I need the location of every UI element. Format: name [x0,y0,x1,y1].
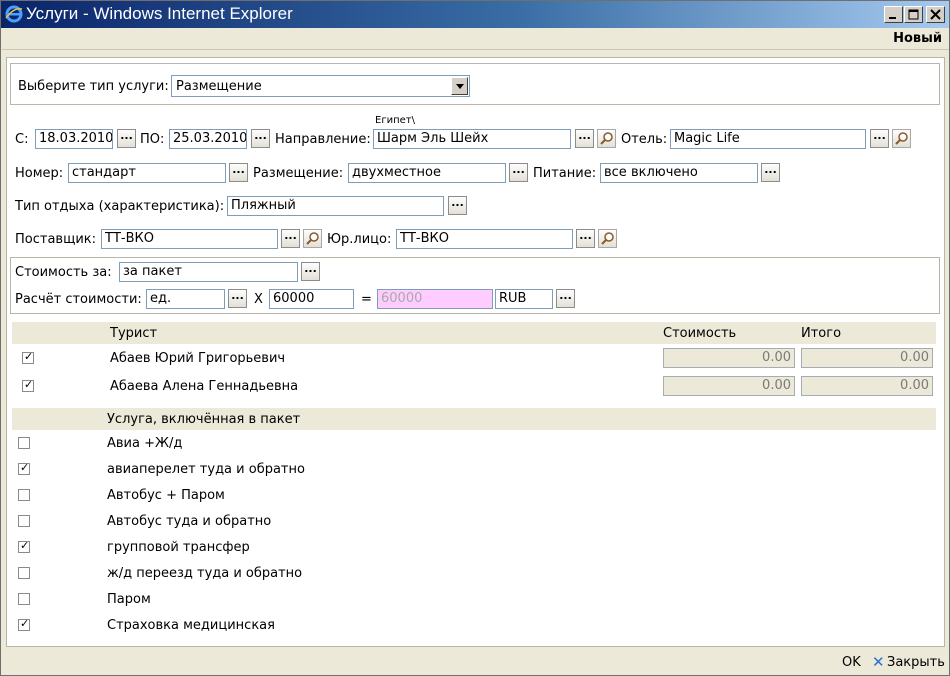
date-from-field[interactable]: 18.03.2010 [35,129,113,149]
hotel-field[interactable]: Magic Life [670,129,866,149]
hotel-search-button[interactable] [892,129,911,148]
new-record-label: Новый [893,31,942,46]
ok-button[interactable]: OK [842,655,861,670]
direction-search-button[interactable] [597,129,616,148]
room-select-button[interactable]: ... [229,163,248,182]
col-cost-header: Стоимость [663,326,737,341]
hotel-label: Отель: [621,132,668,147]
direction-select-button[interactable]: ... [575,129,594,148]
rest-type-label: Тип отдыха (характеристика): [15,199,225,214]
maximize-icon [908,9,919,20]
supplier-select-button[interactable]: ... [281,229,300,248]
date-to-field[interactable]: 25.03.2010 [169,129,247,149]
supplier-label: Поставщик: [15,232,97,247]
room-field[interactable]: стандарт [68,163,226,183]
minimize-button[interactable] [884,6,903,23]
window-title: Услуги - Windows Internet Explorer [26,4,293,23]
close-window-button[interactable] [926,6,945,23]
currency-select-button[interactable]: ... [556,289,575,308]
total-cost-field: 60000 [377,289,493,309]
service-checkbox[interactable] [18,437,30,449]
search-icon [895,132,908,145]
service-type-select[interactable]: Размещение [171,75,470,97]
service-checkbox[interactable] [18,567,30,579]
date-to-label: ПО: [140,132,165,147]
col-total-header: Итого [801,326,842,341]
legal-entity-select-button[interactable]: ... [576,229,595,248]
cost-per-field[interactable]: за пакет [119,262,298,282]
rest-type-select-button[interactable]: ... [448,196,467,215]
tourist-name: Абаев Юрий Григорьевич [110,351,286,366]
tourist-cost-field: 0.00 [663,348,795,368]
service-label: Авиа +Ж/д [107,436,183,451]
hotel-select-button[interactable]: ... [870,129,889,148]
room-label: Номер: [15,166,64,181]
browser-window: Услуги - Windows Internet Explorer Новый… [0,0,950,676]
close-icon [930,9,941,20]
service-checkbox[interactable] [18,593,30,605]
tourist-total-field: 0.00 [801,376,933,396]
times-sign: X [254,292,263,307]
service-checkbox[interactable] [18,515,30,527]
meals-select-button[interactable]: ... [761,163,780,182]
supplier-field[interactable]: ТТ-ВКО [101,229,278,249]
service-label: ж/д переезд туда и обратно [107,566,303,581]
title-bar[interactable]: Услуги - Windows Internet Explorer [1,1,949,28]
tourist-total-field: 0.00 [801,348,933,368]
accommodation-select-button[interactable]: ... [509,163,528,182]
legal-entity-label: Юр.лицо: [327,232,392,247]
rest-type-field[interactable]: Пляжный [227,196,444,216]
unit-select-button[interactable]: ... [228,289,247,308]
meals-label: Питание: [533,166,597,181]
search-icon [601,232,614,245]
service-checkbox[interactable] [18,489,30,501]
chevron-down-icon[interactable] [451,77,468,95]
service-checkbox[interactable] [18,463,30,475]
tourist-checkbox[interactable] [22,352,34,364]
service-label: Паром [107,592,151,607]
close-icon[interactable]: ✕ [872,653,885,671]
service-label: Автобус + Паром [107,488,225,503]
minimize-icon [889,17,896,19]
unit-field[interactable]: ед. [146,289,225,309]
service-checkbox[interactable] [18,541,30,553]
service-type-label: Выберите тип услуги: [18,79,169,94]
search-icon [600,132,613,145]
tourist-name: Абаева Алена Геннадьевна [110,379,299,394]
maximize-button[interactable] [904,6,923,23]
search-icon [306,232,319,245]
direction-label: Направление: [275,132,371,147]
service-type-value: Размещение [176,79,262,94]
service-label: Страховка медицинская [107,618,275,633]
cost-per-select-button[interactable]: ... [301,262,320,281]
service-checkbox[interactable] [18,619,30,631]
amount-field[interactable]: 60000 [269,289,354,309]
accommodation-field[interactable]: двухместное [348,163,506,183]
direction-field[interactable]: Шарм Эль Шейх [373,129,571,149]
internet-explorer-icon [5,5,23,23]
service-label: авиаперелет туда и обратно [107,462,305,477]
currency-field[interactable]: RUB [495,289,553,309]
equals-sign: = [361,292,372,307]
legal-entity-field[interactable]: ТТ-ВКО [396,229,573,249]
service-label: Автобус туда и обратно [107,514,272,529]
meals-field[interactable]: все включено [600,163,758,183]
cost-calc-label: Расчёт стоимости: [15,292,142,307]
package-services-title: Услуга, включённая в пакет [107,412,301,427]
date-from-picker-button[interactable]: ... [117,129,136,148]
col-tourist-header: Турист [110,326,158,341]
tourist-cost-field: 0.00 [663,376,795,396]
footer-bar: OK ✕ Закрыть [2,651,949,675]
cost-per-label: Стоимость за: [15,265,112,280]
toolbar: Новый [2,28,949,50]
close-button[interactable]: Закрыть [887,655,945,670]
legal-entity-search-button[interactable] [598,229,617,248]
supplier-search-button[interactable] [303,229,322,248]
service-label: групповой трансфер [107,540,250,555]
tourist-checkbox[interactable] [22,380,34,392]
direction-hint: Египет\ [375,115,415,126]
date-to-picker-button[interactable]: ... [251,129,270,148]
date-from-label: С: [15,132,29,147]
accommodation-label: Размещение: [253,166,344,181]
